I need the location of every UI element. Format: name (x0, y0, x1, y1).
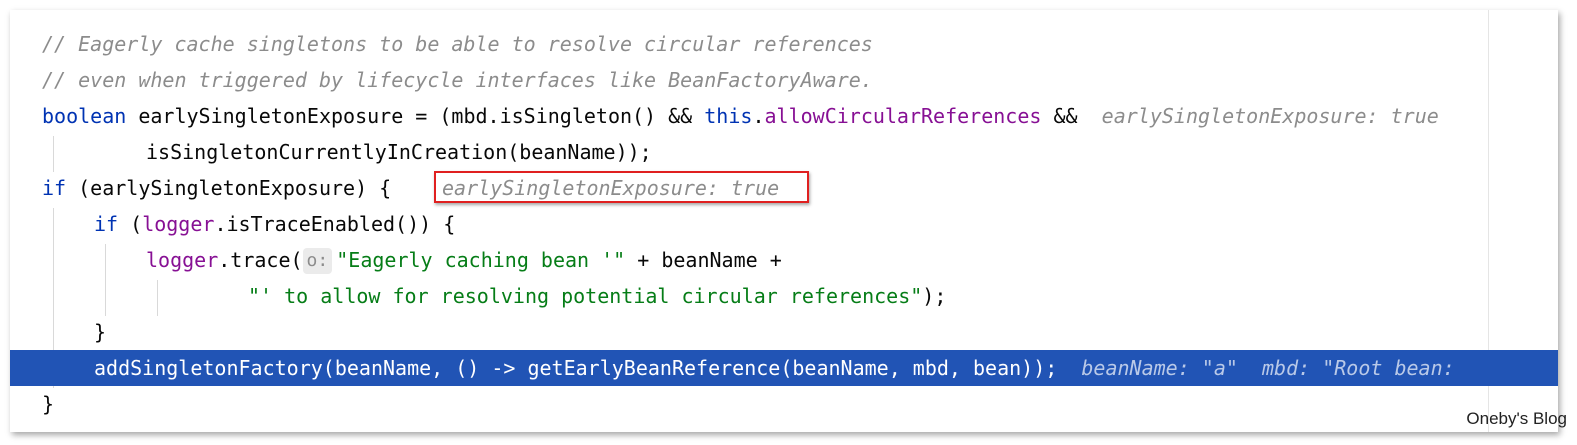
highlight-annotation-box (434, 171, 809, 203)
field-reference: logger (142, 212, 215, 236)
code-text: } (94, 320, 107, 344)
code-line[interactable]: boolean earlySingletonExposure = (mbd.is… (10, 98, 1558, 134)
code-text: isSingletonCurrentlyInCreation(beanName)… (146, 140, 652, 164)
string-literal: "Eagerly caching bean '" (336, 248, 626, 272)
code-text: earlySingletonExposure = (mbd.isSingleto… (126, 104, 705, 128)
code-text: . (752, 104, 765, 128)
field-reference: logger (146, 248, 219, 272)
code-editor[interactable]: // Eagerly cache singletons to be able t… (10, 10, 1558, 432)
parameter-hint: o: (302, 248, 333, 274)
code-text: ( (118, 212, 143, 236)
keyword: boolean (42, 104, 127, 128)
code-text: } (42, 392, 55, 416)
code-text: + beanName + (625, 248, 782, 272)
code-text: (earlySingletonExposure) { (66, 176, 392, 200)
code-line[interactable]: logger.trace(o: "Eagerly caching bean '" … (10, 242, 1558, 278)
code-text: ); (922, 284, 947, 308)
code-text: && (1041, 104, 1078, 128)
code-line[interactable]: isSingletonCurrentlyInCreation(beanName)… (10, 134, 1558, 170)
code-line[interactable]: if (logger.isTraceEnabled()) { (10, 206, 1558, 242)
keyword: if (94, 212, 119, 236)
code-comment: // even when triggered by lifecycle inte… (42, 68, 873, 92)
code-line[interactable]: } (10, 386, 1558, 422)
keyword: this (704, 104, 753, 128)
code-line[interactable]: // Eagerly cache singletons to be able t… (10, 26, 1558, 62)
code-comment: // Eagerly cache singletons to be able t… (42, 32, 873, 56)
code-line[interactable]: // even when triggered by lifecycle inte… (10, 62, 1558, 98)
string-literal: "' to allow for resolving potential circ… (248, 284, 923, 308)
watermark: Oneby's Blog (1466, 409, 1567, 428)
code-line[interactable]: } (10, 314, 1558, 350)
keyword: if (42, 176, 67, 200)
code-text: addSingletonFactory(beanName, () -> getE… (94, 356, 1058, 380)
code-text: .isTraceEnabled()) { (214, 212, 456, 236)
inline-debug-value: earlySingletonExposure: true (1101, 104, 1439, 128)
inline-debug-value: beanName: "a" mbd: "Root bean: (1081, 356, 1467, 380)
code-line[interactable]: "' to allow for resolving potential circ… (10, 278, 1558, 314)
field-reference: allowCircularReferences (764, 104, 1042, 128)
current-execution-line[interactable]: addSingletonFactory(beanName, () -> getE… (10, 350, 1558, 386)
code-text: .trace( (218, 248, 303, 272)
